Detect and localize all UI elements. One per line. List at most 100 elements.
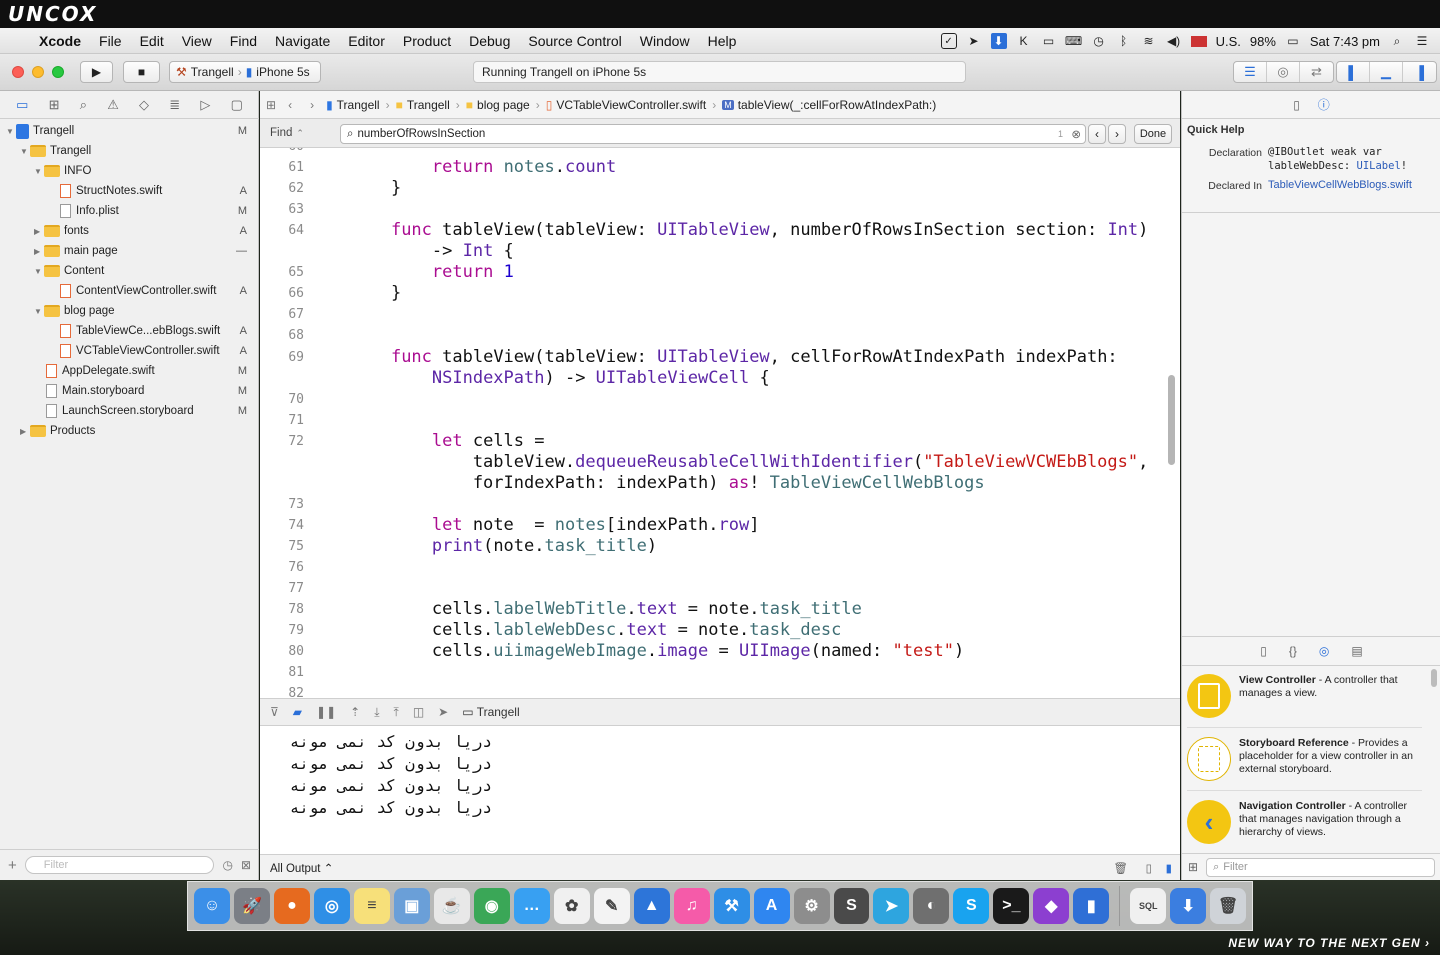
declaration-type[interactable]: UILabel — [1357, 160, 1401, 172]
wifi-icon[interactable]: ≋ — [1141, 33, 1157, 49]
battery-icon[interactable]: ▭ — [1285, 33, 1301, 49]
report-icon[interactable]: ▢ — [231, 97, 243, 113]
modified-files-icon[interactable]: ⊠ — [241, 858, 251, 872]
breakpoint-icon[interactable]: ▷ — [200, 97, 210, 113]
navigator-item[interactable]: Info.plist M — [0, 201, 259, 221]
test-navigator-icon[interactable]: ◇ — [139, 97, 149, 113]
back-icon[interactable]: ‹ — [282, 98, 298, 112]
breadcrumb-file[interactable]: ▯ VCTableViewController.swift — [546, 98, 706, 112]
sequel-icon[interactable]: ◐ — [913, 888, 950, 924]
breakpoints-toggle-icon[interactable]: ▰ — [293, 705, 302, 719]
breadcrumb-project[interactable]: ▮ Trangell — [326, 98, 380, 112]
grid-view-icon[interactable]: ⊞ — [1188, 860, 1198, 874]
volume-icon[interactable]: ◀) — [1166, 33, 1182, 49]
warning-icon[interactable]: ⚠ — [107, 97, 119, 113]
disclosure-closed-icon[interactable]: ▶ — [34, 247, 44, 256]
menu-navigate[interactable]: Navigate — [266, 33, 339, 49]
code-line[interactable]: print(note.task_title) — [350, 536, 657, 556]
pause-icon[interactable]: ❚❚ — [316, 705, 336, 719]
appstore-icon[interactable]: A — [753, 888, 790, 924]
split-right-icon[interactable]: ▮ — [1166, 861, 1172, 875]
stop-button[interactable]: ■ — [123, 61, 160, 83]
navigator-item[interactable]: ▶ fonts A — [0, 221, 259, 241]
library-item[interactable]: Storyboard Reference - Provides a placeh… — [1187, 731, 1422, 791]
sublime-icon[interactable]: S — [833, 888, 870, 924]
disclosure-open-icon[interactable]: ▼ — [34, 167, 44, 176]
disclosure-open-icon[interactable]: ▼ — [20, 147, 30, 156]
time-machine-icon[interactable]: ◷ — [1091, 33, 1107, 49]
object-library-icon[interactable]: ◎ — [1319, 644, 1329, 658]
previous-match-button[interactable]: ‹ — [1088, 124, 1106, 144]
run-button[interactable]: ▶ — [80, 61, 113, 83]
telegram-status-icon[interactable]: ➤ — [966, 33, 982, 49]
code-line[interactable]: func tableView(tableView: UITableView, c… — [350, 347, 1118, 367]
scheme-selector[interactable]: ⚒ Trangell › ▮ iPhone 5s — [169, 61, 321, 83]
messages-icon[interactable]: … — [513, 888, 550, 924]
disclosure-closed-icon[interactable]: ▶ — [34, 227, 44, 236]
chrome-icon[interactable]: ◉ — [473, 888, 510, 924]
battery-percent[interactable]: 98% — [1250, 34, 1276, 49]
skype-icon[interactable]: S — [953, 888, 990, 924]
navigator-item[interactable]: ▶ main page — — [0, 241, 259, 261]
navigator-filter-input[interactable]: Filter — [24, 856, 215, 874]
breadcrumb-folder[interactable]: ■ blog page — [466, 98, 530, 112]
find-input[interactable]: ⌕ numberOfRowsInSection 1 ⊗ — [340, 124, 1086, 144]
bluetooth-icon[interactable]: ᛒ — [1116, 33, 1132, 49]
code-line[interactable]: NSIndexPath) -> UITableViewCell { — [350, 368, 770, 388]
trash-icon[interactable]: 🗑 — [1113, 861, 1128, 875]
launchpad-icon[interactable]: 🚀 — [233, 888, 270, 924]
debug-target[interactable]: ▭ Trangell — [462, 705, 519, 719]
recent-files-icon[interactable]: ◷ — [222, 858, 232, 872]
preview-icon[interactable]: ▣ — [393, 888, 430, 924]
next-match-button[interactable]: › — [1108, 124, 1126, 144]
preferences-icon[interactable]: ⚙ — [793, 888, 830, 924]
library-item[interactable]: View Controller - A controller that mana… — [1187, 668, 1422, 728]
code-snippet-icon[interactable]: {} — [1289, 644, 1297, 658]
notes-icon[interactable]: ≡ — [353, 888, 390, 924]
navigator-item[interactable]: ▼ blog page — [0, 301, 259, 321]
menu-file[interactable]: File — [90, 33, 131, 49]
spotlight-search-icon[interactable]: ⌕ — [1389, 33, 1405, 49]
navigator-item[interactable]: ▼ Content — [0, 261, 259, 281]
finder-icon[interactable]: ☺ — [194, 888, 230, 924]
java-icon[interactable]: ☕ — [433, 888, 470, 924]
related-items-icon[interactable]: ⊞ — [266, 98, 276, 112]
navigator-item[interactable]: VCTableViewController.swift A — [0, 341, 259, 361]
output-filter-select[interactable]: All Output ⌃ — [270, 861, 333, 875]
code-line[interactable]: -> Int { — [350, 241, 514, 261]
xcode-icon[interactable]: ⚒ — [713, 888, 750, 924]
downloads-icon[interactable]: ⬇ — [1170, 888, 1207, 924]
library-item[interactable]: ‹ Navigation Controller - A controller th… — [1187, 794, 1422, 854]
folder-icon[interactable]: ▭ — [16, 97, 28, 113]
display-icon[interactable]: ▭ — [1041, 33, 1057, 49]
zoom-window-button[interactable] — [52, 66, 64, 78]
navigator-item[interactable]: ▼ INFO — [0, 161, 259, 181]
code-line[interactable]: return notes.count — [350, 157, 616, 177]
quick-help-icon[interactable]: ⓘ — [1318, 96, 1330, 113]
media-library-icon[interactable]: ▤ — [1351, 644, 1362, 658]
safari-icon[interactable]: ◎ — [313, 888, 350, 924]
itunes-icon[interactable]: ♫ — [673, 888, 710, 924]
photos-icon[interactable]: ✿ — [553, 888, 590, 924]
menu-product[interactable]: Product — [394, 33, 460, 49]
navigator-item[interactable]: TableViewCe...ebBlogs.swift A — [0, 321, 259, 341]
keyboard-icon[interactable]: ⌨ — [1065, 33, 1082, 49]
download-status-icon[interactable]: ⬇ — [990, 33, 1007, 49]
toggle-navigator-icon[interactable]: ▌ — [1337, 62, 1370, 82]
clear-search-icon[interactable]: ⊗ — [1071, 127, 1081, 141]
checklist-icon[interactable]: ✓ — [940, 33, 957, 49]
hide-debug-area-icon[interactable]: ⊽ — [270, 705, 279, 719]
step-into-icon[interactable]: ⤓ — [374, 705, 379, 720]
breadcrumb-method[interactable]: MtableView(_:cellForRowAtIndexPath:) — [722, 98, 936, 112]
code-line[interactable]: } — [350, 178, 401, 198]
kite-icon[interactable]: K — [1016, 33, 1032, 49]
code-line[interactable]: cells.uiimageWebImage.image = UIImage(na… — [350, 641, 964, 661]
navigator-item[interactable]: ▼ Trangell M — [0, 121, 259, 141]
trash-icon[interactable]: 🗑 — [1210, 888, 1247, 924]
forward-icon[interactable]: › — [304, 98, 320, 112]
split-left-icon[interactable]: ▯ — [1146, 861, 1152, 875]
menu-find[interactable]: Find — [221, 33, 266, 49]
file-inspector-icon[interactable]: ▯ — [1293, 98, 1300, 112]
simulator-icon[interactable]: ▮ — [1073, 888, 1110, 924]
code-line[interactable]: let cells = — [350, 431, 545, 451]
